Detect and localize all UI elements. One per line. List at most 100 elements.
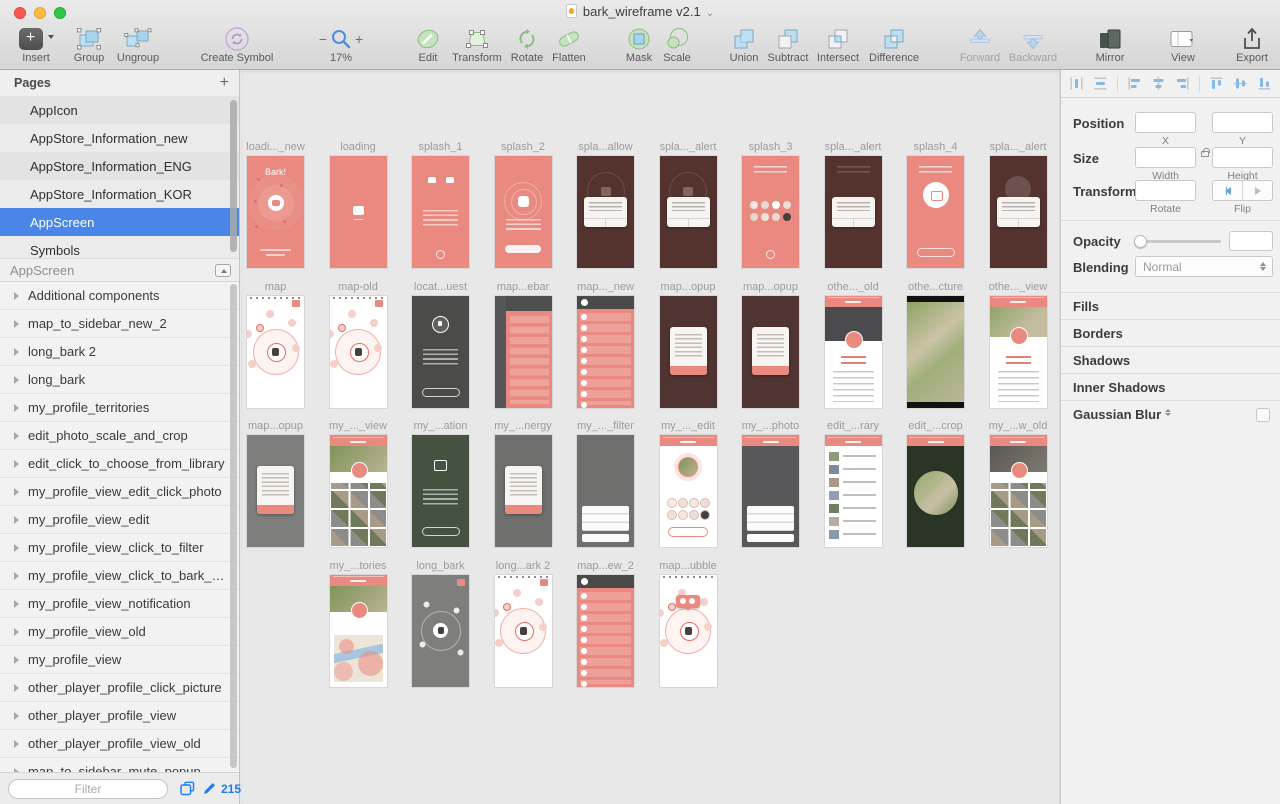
artboard-thumbnail[interactable]	[247, 435, 304, 547]
toolbar-union-button[interactable]: Union	[722, 25, 766, 64]
lock-proportions-icon[interactable]	[1201, 151, 1209, 157]
disclosure-triangle-icon[interactable]	[14, 628, 19, 636]
layer-group-row[interactable]: long_bark 2	[0, 338, 239, 366]
toolbar-rotate-button[interactable]: Rotate	[506, 25, 548, 64]
section-gaussian-blur[interactable]: Gaussian Blur	[1061, 400, 1280, 427]
toolbar-zoom-button[interactable]: −+17%	[308, 25, 374, 64]
zoom-in-button[interactable]: +	[355, 32, 363, 46]
position-y-input[interactable]	[1212, 112, 1273, 133]
artboard-thumbnail[interactable]	[825, 435, 882, 547]
artboard-thumbnail[interactable]	[907, 156, 964, 268]
artboard-label[interactable]: edit_...crop	[900, 420, 971, 432]
artboard-label[interactable]: map...opup	[653, 281, 724, 293]
artboard-label[interactable]: my_...photo	[735, 420, 806, 432]
opacity-slider-knob[interactable]	[1134, 235, 1147, 248]
artboard-label[interactable]: my_...w_old	[983, 420, 1054, 432]
layer-group-row[interactable]: my_profile_view_click_to_bark_e...	[0, 562, 239, 590]
artboard-thumbnail[interactable]	[660, 156, 717, 268]
artboard-label[interactable]: spla..._alert	[983, 141, 1054, 153]
disclosure-triangle-icon[interactable]	[14, 376, 19, 384]
align-vertically-icon[interactable]	[1233, 76, 1248, 91]
artboard-label[interactable]: splash_1	[405, 141, 476, 153]
artboard-label[interactable]: map	[241, 281, 311, 293]
disclosure-triangle-icon[interactable]	[14, 740, 19, 748]
pages-scrollbar[interactable]	[230, 100, 237, 252]
toolbar-mask-button[interactable]: Mask	[618, 25, 660, 64]
layer-group-row[interactable]: my_profile_view_edit	[0, 506, 239, 534]
toolbar-mirror-button[interactable]: Mirror	[1084, 25, 1136, 64]
align-left-icon[interactable]	[1127, 76, 1142, 91]
artboard-thumbnail[interactable]	[742, 156, 799, 268]
section-shadows[interactable]: Shadows	[1061, 346, 1280, 373]
layer-group-row[interactable]: my_profile_view_old	[0, 618, 239, 646]
artboard-thumbnail[interactable]	[577, 156, 634, 268]
artboard-label[interactable]: othe...cture	[900, 281, 971, 293]
page-item-appstore_information_kor[interactable]: AppStore_Information_KOR	[0, 180, 239, 208]
artboard-thumbnail[interactable]	[330, 575, 387, 687]
size-height-input[interactable]	[1212, 147, 1273, 168]
artboard-label[interactable]: map...ew_2	[570, 560, 641, 572]
toolbar-scale-button[interactable]: Scale	[656, 25, 698, 64]
artboard-label[interactable]: locat...uest	[405, 281, 476, 293]
artboard-thumbnail[interactable]	[412, 575, 469, 687]
layer-group-row[interactable]: Additional components	[0, 282, 239, 310]
toolbar-export-button[interactable]: Export	[1228, 25, 1276, 64]
artboard-thumbnail[interactable]	[577, 296, 634, 408]
artboard-thumbnail[interactable]	[825, 296, 882, 408]
artboard-thumbnail[interactable]	[660, 435, 717, 547]
layer-group-row[interactable]: other_player_profile_click_picture	[0, 674, 239, 702]
opacity-input[interactable]	[1229, 231, 1273, 251]
layer-group-row[interactable]: my_profile_view_edit_click_photo	[0, 478, 239, 506]
artboard-label[interactable]: my_...nergy	[488, 420, 559, 432]
add-page-button[interactable]: +	[220, 70, 229, 96]
artboard-label[interactable]: spla..._alert	[653, 141, 724, 153]
section-inner-shadows[interactable]: Inner Shadows	[1061, 373, 1280, 400]
blending-select[interactable]: Normal	[1135, 256, 1273, 277]
toolbar-intersect-button[interactable]: Intersect	[812, 25, 864, 64]
artboard-label[interactable]: loadi..._new	[241, 141, 311, 153]
artboard-thumbnail[interactable]	[742, 296, 799, 408]
align-top-icon[interactable]	[1209, 76, 1224, 91]
artboard-label[interactable]: map-old	[323, 281, 394, 293]
toolbar-edit-button[interactable]: Edit	[410, 25, 446, 64]
distribute-horizontally-icon[interactable]	[1069, 76, 1084, 91]
artboard-thumbnail[interactable]	[577, 435, 634, 547]
artboard-thumbnail[interactable]	[495, 156, 552, 268]
artboard-thumbnail[interactable]	[330, 156, 387, 268]
flip-vertical-button[interactable]	[1242, 181, 1272, 200]
artboard-label[interactable]: my_..._filter	[570, 420, 641, 432]
opacity-slider[interactable]	[1135, 240, 1221, 243]
artboard-label[interactable]: map...ubble	[653, 560, 724, 572]
artboard-thumbnail[interactable]	[990, 435, 1047, 547]
size-width-input[interactable]	[1135, 147, 1196, 168]
disclosure-triangle-icon[interactable]	[14, 544, 19, 552]
disclosure-triangle-icon[interactable]	[14, 292, 19, 300]
align-bottom-icon[interactable]	[1257, 76, 1272, 91]
artboard-thumbnail[interactable]	[660, 575, 717, 687]
artboard-thumbnail[interactable]	[330, 435, 387, 547]
artboard-label[interactable]: loading	[323, 141, 394, 153]
artboard-thumbnail[interactable]	[247, 296, 304, 408]
artboard-label[interactable]: splash_3	[735, 141, 806, 153]
artboard-label[interactable]: long_bark	[405, 560, 476, 572]
blur-type-chevrons-icon[interactable]	[1164, 409, 1171, 416]
page-item-appscreen[interactable]: AppScreen	[0, 208, 239, 236]
artboard-thumbnail[interactable]	[990, 156, 1047, 268]
page-item-appstore_information_eng[interactable]: AppStore_Information_ENG	[0, 152, 239, 180]
toolbar-forward-button[interactable]: Forward	[952, 25, 1008, 64]
disclosure-triangle-icon[interactable]	[14, 460, 19, 468]
toolbar-transform-button[interactable]: Transform	[444, 25, 510, 64]
disclosure-triangle-icon[interactable]	[14, 656, 19, 664]
artboard-thumbnail[interactable]	[412, 156, 469, 268]
toolbar-difference-button[interactable]: Difference	[862, 25, 926, 64]
title-chevron-icon[interactable]: ⌄	[706, 8, 714, 19]
artboard-thumbnail[interactable]	[577, 575, 634, 687]
artboard-label[interactable]: map...ebar	[488, 281, 559, 293]
filter-input[interactable]	[8, 779, 168, 799]
position-x-input[interactable]	[1135, 112, 1196, 133]
artboard-label[interactable]: map...opup	[735, 281, 806, 293]
artboard-label[interactable]: splash_2	[488, 141, 559, 153]
pencil-icon[interactable]	[202, 781, 217, 796]
artboard-thumbnail[interactable]	[742, 435, 799, 547]
layer-group-row[interactable]: other_player_profile_view	[0, 702, 239, 730]
